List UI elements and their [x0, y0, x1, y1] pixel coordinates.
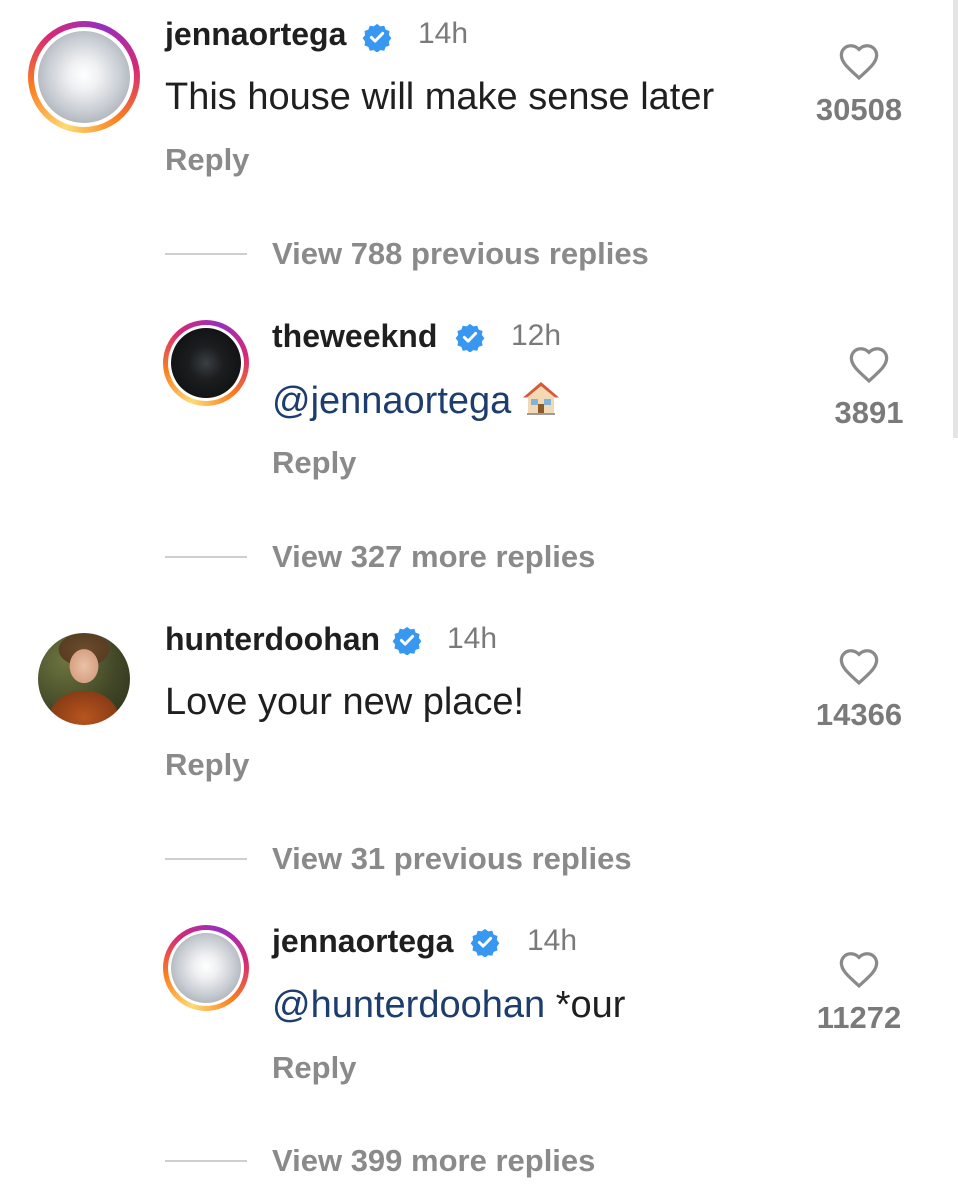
reply-button[interactable]: Reply	[165, 747, 249, 783]
avatar[interactable]	[163, 925, 249, 1011]
verified-badge-icon	[455, 323, 485, 352]
heart-icon[interactable]	[837, 646, 881, 686]
comment-text: @jennaortega	[272, 379, 561, 423]
comment-username[interactable]: theweeknd	[272, 318, 437, 355]
like-count: 3891	[834, 395, 904, 430]
avatar[interactable]	[163, 320, 249, 406]
divider-line	[165, 556, 247, 558]
comment-text: Love your new place!	[165, 681, 525, 723]
view-replies-button[interactable]: View 788 previous replies	[272, 236, 649, 272]
comment-username[interactable]: jennaortega	[165, 16, 346, 53]
view-replies-button[interactable]: View 399 more replies	[272, 1143, 595, 1179]
heart-icon[interactable]	[837, 41, 881, 81]
reply-button[interactable]: Reply	[165, 142, 249, 178]
house-icon	[523, 382, 560, 415]
divider-line	[165, 858, 247, 860]
heart-icon[interactable]	[847, 344, 891, 384]
view-replies-button[interactable]: View 31 previous replies	[272, 841, 632, 877]
like-count: 30508	[815, 92, 903, 127]
comment-reply: theweeknd 12h @jennaortega Reply 3891	[0, 300, 958, 500]
comment-username[interactable]: jennaortega	[272, 923, 453, 960]
mention-link[interactable]: @hunterdoohan	[272, 984, 545, 1026]
comment-username[interactable]: hunterdoohan	[165, 621, 380, 658]
comment-text: @hunterdoohan *our	[272, 984, 625, 1027]
reply-button[interactable]: Reply	[272, 1050, 356, 1086]
avatar[interactable]	[28, 21, 140, 133]
like-count: 14366	[815, 697, 903, 732]
verified-badge-icon	[470, 928, 500, 957]
comment-reply: jennaortega 14h @hunterdoohan *our Reply…	[0, 905, 958, 1105]
comment-time: 14h	[527, 924, 578, 957]
comment-time: 12h	[511, 319, 562, 352]
divider-line	[165, 1160, 247, 1162]
reply-button[interactable]: Reply	[272, 445, 356, 481]
heart-icon[interactable]	[837, 949, 881, 989]
view-replies-button[interactable]: View 327 more replies	[272, 539, 595, 575]
comment-text: This house will make sense later	[165, 76, 715, 118]
comment-time: 14h	[447, 622, 498, 655]
divider-line	[165, 253, 247, 255]
comment-text-after: *our	[555, 984, 626, 1026]
mention-link[interactable]: @jennaortega	[272, 380, 511, 422]
comment: jennaortega 14h This house will make sen…	[0, 0, 958, 200]
comment: hunterdoohan 14h Love your new place! Re…	[0, 605, 958, 805]
verified-badge-icon	[392, 626, 422, 655]
like-count: 11272	[816, 1000, 902, 1035]
comment-time: 14h	[418, 17, 469, 50]
avatar[interactable]	[38, 633, 130, 725]
verified-badge-icon	[362, 23, 392, 52]
